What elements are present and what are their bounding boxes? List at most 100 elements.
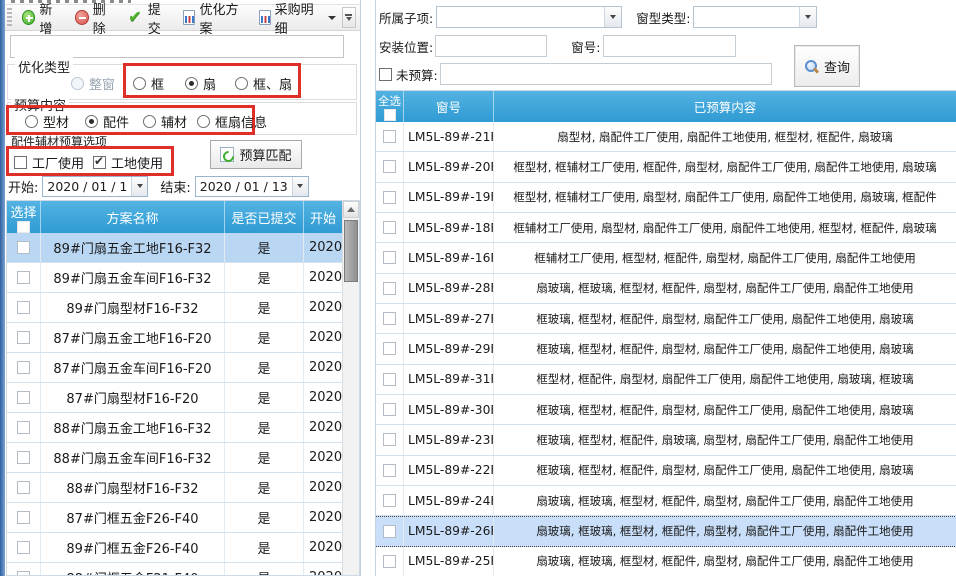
radio-frame[interactable]: 框 <box>133 74 164 93</box>
checkbox-factory-use[interactable]: 工厂使用 <box>14 153 84 172</box>
row-checkbox[interactable] <box>383 555 396 568</box>
row-checkbox[interactable] <box>17 301 30 314</box>
sub-item-select[interactable] <box>436 6 622 28</box>
window-no-cell: LM5L-89#-21F19 <box>404 122 494 151</box>
chevron-down-icon[interactable] <box>799 7 816 27</box>
radio-auxiliary[interactable]: 辅材 <box>143 112 187 131</box>
table-row[interactable]: LM5L-89#-18F16框辅材工厂使用, 扇型材, 扇配件工厂使用, 扇配件… <box>376 213 956 243</box>
row-checkbox[interactable] <box>383 464 396 477</box>
plans-table-scrollbar[interactable] <box>342 201 359 576</box>
install-pos-input[interactable] <box>435 35 547 57</box>
toolbar-button-report[interactable]: 采购明细 <box>253 0 342 39</box>
table-row[interactable]: LM5L-89#-16F15框辅材工厂使用, 框型材, 框配件, 扇型材, 扇配… <box>376 243 956 273</box>
end-date-dropdown-icon[interactable] <box>292 177 308 196</box>
row-checkbox[interactable] <box>383 403 396 416</box>
row-checkbox[interactable] <box>17 391 30 404</box>
table-row[interactable]: 87#门扇五金车间F16-F20是2020/0 <box>7 353 359 383</box>
row-checkbox[interactable] <box>17 541 30 554</box>
table-row[interactable]: 88#门扇五金车间F16-F32是2020/0 <box>7 443 359 473</box>
row-checkbox[interactable] <box>17 511 30 524</box>
row-checkbox[interactable] <box>17 481 30 494</box>
row-checkbox[interactable] <box>383 342 396 355</box>
not-budgeted-input[interactable] <box>440 63 772 85</box>
chevron-down-icon[interactable] <box>328 16 336 20</box>
table-row[interactable]: 87#门扇五金工地F16-F20是2020/0 <box>7 323 359 353</box>
row-checkbox[interactable] <box>383 282 396 295</box>
table-row[interactable]: LM5L-89#-19F17框型材, 框辅材工厂使用, 扇型材, 扇配件工厂使用… <box>376 183 956 213</box>
table-row[interactable]: LM5L-89#-24F22扇玻璃, 框玻璃, 框型材, 框配件, 扇型材, 扇… <box>376 486 956 516</box>
row-checkbox[interactable] <box>17 451 30 464</box>
header-submitted[interactable]: 是否已提交 <box>225 201 304 233</box>
table-row[interactable]: 88#门框五金F21-F40是2020/0 <box>7 563 359 576</box>
checkbox-site-use[interactable]: 工地使用 <box>93 153 163 172</box>
row-checkbox[interactable] <box>17 571 30 576</box>
table-row[interactable]: LM5L-89#-21F19扇型材, 扇配件工厂使用, 扇配件工地使用, 框型材… <box>376 122 956 152</box>
header-budgeted-content[interactable]: 已预算内容 <box>494 91 956 122</box>
row-checkbox[interactable] <box>383 373 396 386</box>
row-checkbox[interactable] <box>383 160 396 173</box>
toolbar-grip-icon[interactable] <box>7 8 12 28</box>
table-row[interactable]: LM5L-89#-23F21框玻璃, 框型材, 框配件, 扇玻璃, 扇型材, 扇… <box>376 425 956 455</box>
table-row[interactable]: 88#门扇型材F16-F32是2020/0 <box>7 473 359 503</box>
table-row[interactable]: LM5L-89#-25F23扇玻璃, 框玻璃, 框型材, 框配件, 扇型材, 扇… <box>376 547 956 576</box>
table-row[interactable]: LM5L-89#-28F26扇玻璃, 框玻璃, 框型材, 框配件, 扇型材, 扇… <box>376 274 956 304</box>
radio-frame-sash-info[interactable]: 框扇信息 <box>197 112 267 131</box>
row-checkbox[interactable] <box>383 525 396 538</box>
toolbar-button-report[interactable]: 优化方案 <box>177 0 252 39</box>
radio-frame-sash[interactable]: 框、扇 <box>235 74 292 93</box>
chevron-down-icon[interactable] <box>604 7 621 27</box>
table-row[interactable]: 87#门扇型材F16-F20是2020/0 <box>7 383 359 413</box>
header-window-no[interactable]: 窗号 <box>404 91 494 122</box>
start-date-dropdown-icon[interactable] <box>131 177 147 196</box>
table-row[interactable]: LM5L-89#-27F25框玻璃, 框型材, 框配件, 扇型材, 扇配件工厂使… <box>376 304 956 334</box>
radio-whole-window[interactable]: 整窗 <box>71 74 115 93</box>
window-no-input[interactable] <box>603 35 736 57</box>
radio-sash[interactable]: 扇 <box>185 74 216 93</box>
table-row[interactable]: LM5L-89#-22F20框玻璃, 框型材, 框配件, 扇型材, 扇配件工厂使… <box>376 456 956 486</box>
toolbar-overflow-button[interactable] <box>342 7 356 28</box>
row-checkbox[interactable] <box>17 421 30 434</box>
select-all-checkbox[interactable] <box>17 221 30 233</box>
table-row[interactable]: LM5L-89#-26F24扇玻璃, 框玻璃, 框型材, 框配件, 扇型材, 扇… <box>376 516 956 546</box>
window-type-select[interactable] <box>693 6 817 28</box>
select-all-checkbox[interactable] <box>384 109 396 121</box>
row-checkbox[interactable] <box>383 251 396 264</box>
table-row[interactable]: LM5L-89#-20F18框型材, 框辅材工厂使用, 框配件, 扇型材, 扇配… <box>376 152 956 182</box>
table-row[interactable]: 89#门扇五金工地F16-F32是2020/0 <box>7 233 359 263</box>
toolbar-button-check[interactable]: 提交 <box>122 0 177 39</box>
table-row[interactable]: LM5L-89#-31F29框型材, 框配件, 扇型材, 扇配件工厂使用, 扇配… <box>376 365 956 395</box>
row-select-cell <box>376 274 404 303</box>
row-checkbox[interactable] <box>17 331 30 344</box>
window-no-cell: LM5L-89#-25F23 <box>404 547 494 576</box>
table-row[interactable]: 87#门框五金F26-F40是2020/0 <box>7 503 359 533</box>
row-checkbox[interactable] <box>383 191 396 204</box>
table-row[interactable]: 89#门框五金F26-F40是2020/0 <box>7 533 359 563</box>
row-checkbox[interactable] <box>383 312 396 325</box>
table-row[interactable]: LM5L-89#-30F28框玻璃, 框型材, 框配件, 扇型材, 扇配件工厂使… <box>376 395 956 425</box>
budget-match-button[interactable]: 预算匹配 <box>210 140 302 169</box>
table-row[interactable]: 89#门扇五金车间F16-F32是2020/0 <box>7 263 359 293</box>
row-checkbox[interactable] <box>17 271 30 284</box>
radio-accessory[interactable]: 配件 <box>85 112 129 131</box>
table-row[interactable]: LM5L-89#-29F27框玻璃, 框型材, 框配件, 扇型材, 扇配件工厂使… <box>376 334 956 364</box>
scrollbar-thumb[interactable] <box>344 220 358 282</box>
query-button[interactable]: 查询 <box>794 45 860 87</box>
toolbar-button-delete[interactable]: 删除 <box>69 0 122 39</box>
not-budgeted-checkbox[interactable] <box>379 68 392 81</box>
row-checkbox[interactable] <box>383 494 396 507</box>
row-checkbox[interactable] <box>383 433 396 446</box>
table-row[interactable]: 89#门扇型材F16-F32是2020/0 <box>7 293 359 323</box>
scroll-up-icon[interactable] <box>343 201 359 218</box>
plan-filter-input[interactable] <box>10 35 344 58</box>
row-checkbox[interactable] <box>17 361 30 374</box>
table-row[interactable]: 88#门扇五金工地F16-F32是2020/0 <box>7 413 359 443</box>
end-date-picker[interactable]: 2020 / 01 / 13 <box>195 176 309 197</box>
toolbar-button-add[interactable]: 新增 <box>16 0 69 39</box>
row-checkbox[interactable] <box>383 221 396 234</box>
row-checkbox[interactable] <box>17 241 30 254</box>
start-date-picker[interactable]: 2020 / 01 / 1 <box>42 176 148 197</box>
header-plan-name[interactable]: 方案名称 <box>41 201 225 233</box>
radio-label: 辅材 <box>161 112 187 131</box>
radio-profile[interactable]: 型材 <box>25 112 69 131</box>
row-checkbox[interactable] <box>383 130 396 143</box>
